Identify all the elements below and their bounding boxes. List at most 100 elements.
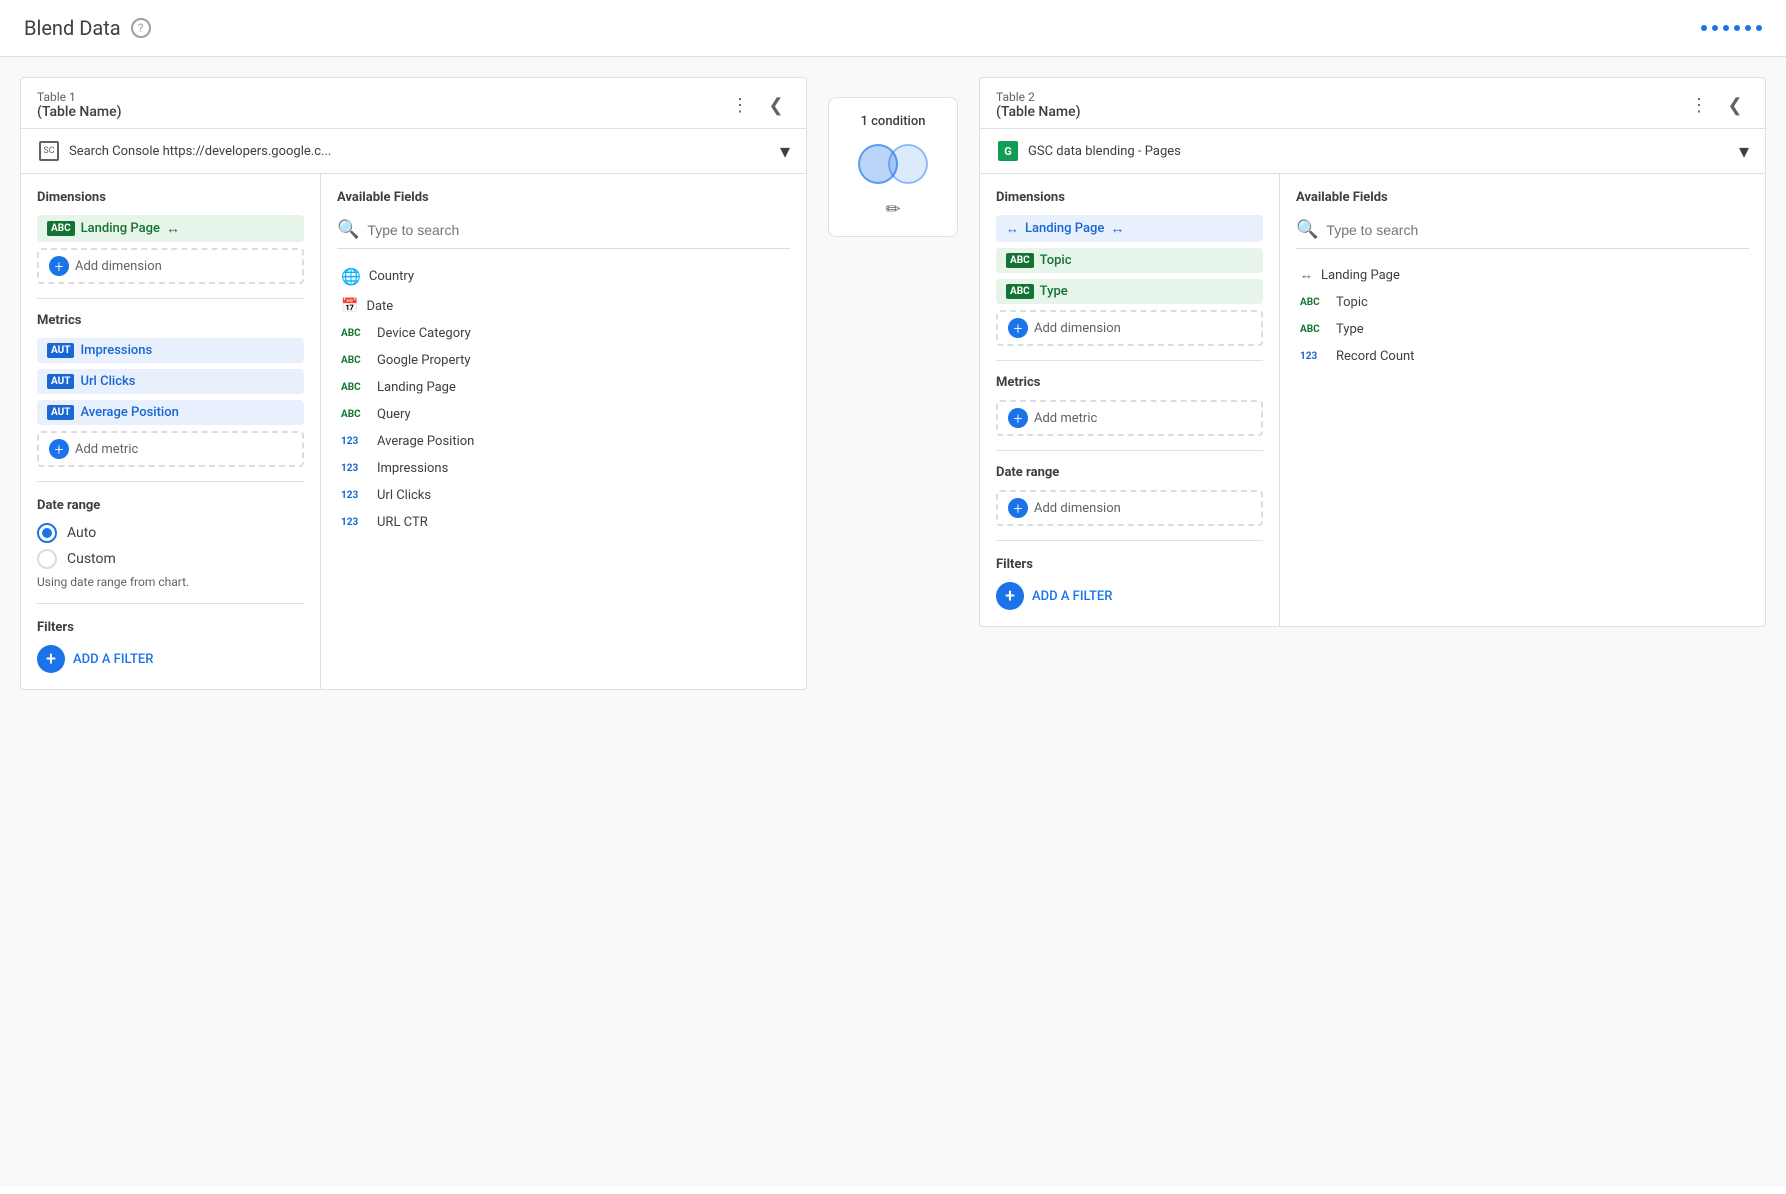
table1-metric-urlclicks[interactable]: AUT Url Clicks <box>37 369 304 394</box>
abc-type: ABC <box>341 409 369 420</box>
radio-outer-auto <box>37 523 57 543</box>
field-url-clicks[interactable]: 123 Url Clicks <box>337 482 790 509</box>
add-metric-label: Add metric <box>1034 411 1097 426</box>
table1-header: Table 1 (Table Name) ⋮ ❮ <box>21 78 806 129</box>
sep5 <box>996 450 1263 451</box>
dimension-label: Landing Page <box>81 221 160 236</box>
field-landing-page[interactable]: ABC Landing Page <box>337 374 790 401</box>
field-type-t2[interactable]: ABC Type <box>1296 316 1749 343</box>
table1-dropdown-arrow[interactable]: ▾ <box>780 139 790 163</box>
dot-4 <box>1734 25 1740 31</box>
sep1 <box>37 298 304 299</box>
table1-metric-avgpos[interactable]: AUT Average Position <box>37 400 304 425</box>
filters-title: Filters <box>37 620 304 635</box>
field-label: Country <box>369 269 414 284</box>
field-country[interactable]: 🌐 Country <box>337 261 790 292</box>
table2-datasource-name: GSC data blending - Pages <box>1028 144 1731 159</box>
table2-filters: Filters + ADD A FILTER <box>996 557 1263 610</box>
field-avg-position[interactable]: 123 Average Position <box>337 428 790 455</box>
field-label: Record Count <box>1336 349 1414 364</box>
help-icon[interactable]: ? <box>131 18 151 38</box>
table2-dimension-landing-page[interactable]: ↔ Landing Page ↔ <box>996 215 1263 242</box>
field-topic-t2[interactable]: ABC Topic <box>1296 289 1749 316</box>
dot-2 <box>1712 25 1718 31</box>
table2-field-list: ↔ Landing Page ABC Topic ABC Type 123 Re… <box>1296 261 1749 370</box>
sep4 <box>996 360 1263 361</box>
field-label: Impressions <box>377 461 448 476</box>
table2-add-metric-button[interactable]: + Add metric <box>996 400 1263 436</box>
field-landing-page-t2[interactable]: ↔ Landing Page <box>1296 261 1749 289</box>
add-metric-icon: + <box>49 439 69 459</box>
radio-outer-custom <box>37 549 57 569</box>
gsc-icon: G <box>998 141 1018 161</box>
field-label: Date <box>366 299 393 314</box>
field-google-property[interactable]: ABC Google Property <box>337 347 790 374</box>
table1-panel: Table 1 (Table Name) ⋮ ❮ SC Search Conso… <box>20 77 807 690</box>
field-query[interactable]: ABC Query <box>337 401 790 428</box>
dot-6 <box>1756 25 1762 31</box>
edit-icon[interactable]: ✏ <box>885 199 900 220</box>
table2-add-filter-button[interactable]: + ADD A FILTER <box>996 582 1263 610</box>
table1-add-filter-button[interactable]: + ADD A FILTER <box>37 645 304 673</box>
add-dimension-icon: + <box>49 256 69 276</box>
table1-filters: Filters + ADD A FILTER <box>37 620 304 673</box>
table1-field-list: 🌐 Country 📅 Date ABC Device Category ABC… <box>337 261 790 536</box>
table2-search-input[interactable] <box>1326 222 1749 238</box>
table2-add-dimension-button[interactable]: + Add dimension <box>996 310 1263 346</box>
table1-search-input[interactable] <box>367 222 790 238</box>
search-console-icon: SC <box>39 141 59 161</box>
table2-add-filter-dim-button[interactable]: + Add dimension <box>996 490 1263 526</box>
sep2 <box>37 481 304 482</box>
metric-label: Impressions <box>80 343 152 358</box>
add-dimension-label: Add dimension <box>75 259 162 274</box>
filter-plus-icon: + <box>996 582 1024 610</box>
link-icon: ↔ <box>1006 221 1019 237</box>
table1-name: (Table Name) <box>37 104 122 120</box>
field-label: Topic <box>1336 295 1368 310</box>
table1-search-box: 🔍 <box>337 215 790 249</box>
table1-add-metric-button[interactable]: + Add metric <box>37 431 304 467</box>
table2-datasource-row[interactable]: G GSC data blending - Pages ▾ <box>980 129 1765 174</box>
table2-dimension-type[interactable]: ABC Type <box>996 279 1263 304</box>
table2-label: Table 2 <box>996 90 1081 104</box>
num-type: 123 <box>1300 351 1328 362</box>
table2-name: (Table Name) <box>996 104 1081 120</box>
field-label: Type <box>1336 322 1364 337</box>
table1-metric-impressions[interactable]: AUT Impressions <box>37 338 304 363</box>
table1-dimension-landing-page[interactable]: ABC Landing Page ↔ <box>37 215 304 242</box>
table1-more-button[interactable]: ⋮ <box>726 91 754 119</box>
field-impressions[interactable]: 123 Impressions <box>337 455 790 482</box>
table1-actions: ⋮ ❮ <box>726 91 790 119</box>
radio-auto-label: Auto <box>67 525 96 541</box>
table2-more-button[interactable]: ⋮ <box>1685 91 1713 119</box>
abc-type: ABC <box>341 382 369 393</box>
table2-dimension-topic[interactable]: ABC Topic <box>996 248 1263 273</box>
table2-dropdown-arrow[interactable]: ▾ <box>1739 139 1749 163</box>
table2-left: Dimensions ↔ Landing Page ↔ ABC Topic AB… <box>980 174 1280 626</box>
table1-collapse-button[interactable]: ❮ <box>762 91 790 119</box>
field-date[interactable]: 📅 Date <box>337 292 790 320</box>
table2-right: Available Fields 🔍 ↔ Landing Page ABC To… <box>1280 174 1765 626</box>
join-panel: 1 condition ✏ <box>823 77 963 237</box>
add-filter-label: ADD A FILTER <box>1032 589 1112 604</box>
table1-add-dimension-button[interactable]: + Add dimension <box>37 248 304 284</box>
add-metric-label: Add metric <box>75 442 138 457</box>
search-icon: 🔍 <box>337 219 359 240</box>
table1-datasource-row[interactable]: SC Search Console https://developers.goo… <box>21 129 806 174</box>
venn-diagram <box>858 139 928 189</box>
field-record-count-t2[interactable]: 123 Record Count <box>1296 343 1749 370</box>
search-icon: 🔍 <box>1296 219 1318 240</box>
field-label: Google Property <box>377 353 470 368</box>
field-device-category[interactable]: ABC Device Category <box>337 320 790 347</box>
table2-body: Dimensions ↔ Landing Page ↔ ABC Topic AB… <box>980 174 1765 626</box>
table2-panel: Table 2 (Table Name) ⋮ ❮ G GSC data blen… <box>979 77 1766 627</box>
field-label: Device Category <box>377 326 471 341</box>
table2-collapse-button[interactable]: ❮ <box>1721 91 1749 119</box>
table1-datasource-icon: SC <box>37 139 61 163</box>
radio-custom[interactable]: Custom <box>37 549 304 569</box>
join-card: 1 condition ✏ <box>828 97 958 237</box>
radio-auto[interactable]: Auto <box>37 523 304 543</box>
radio-custom-label: Custom <box>67 551 116 567</box>
field-url-ctr[interactable]: 123 URL CTR <box>337 509 790 536</box>
date-hint: Using date range from chart. <box>37 575 304 589</box>
